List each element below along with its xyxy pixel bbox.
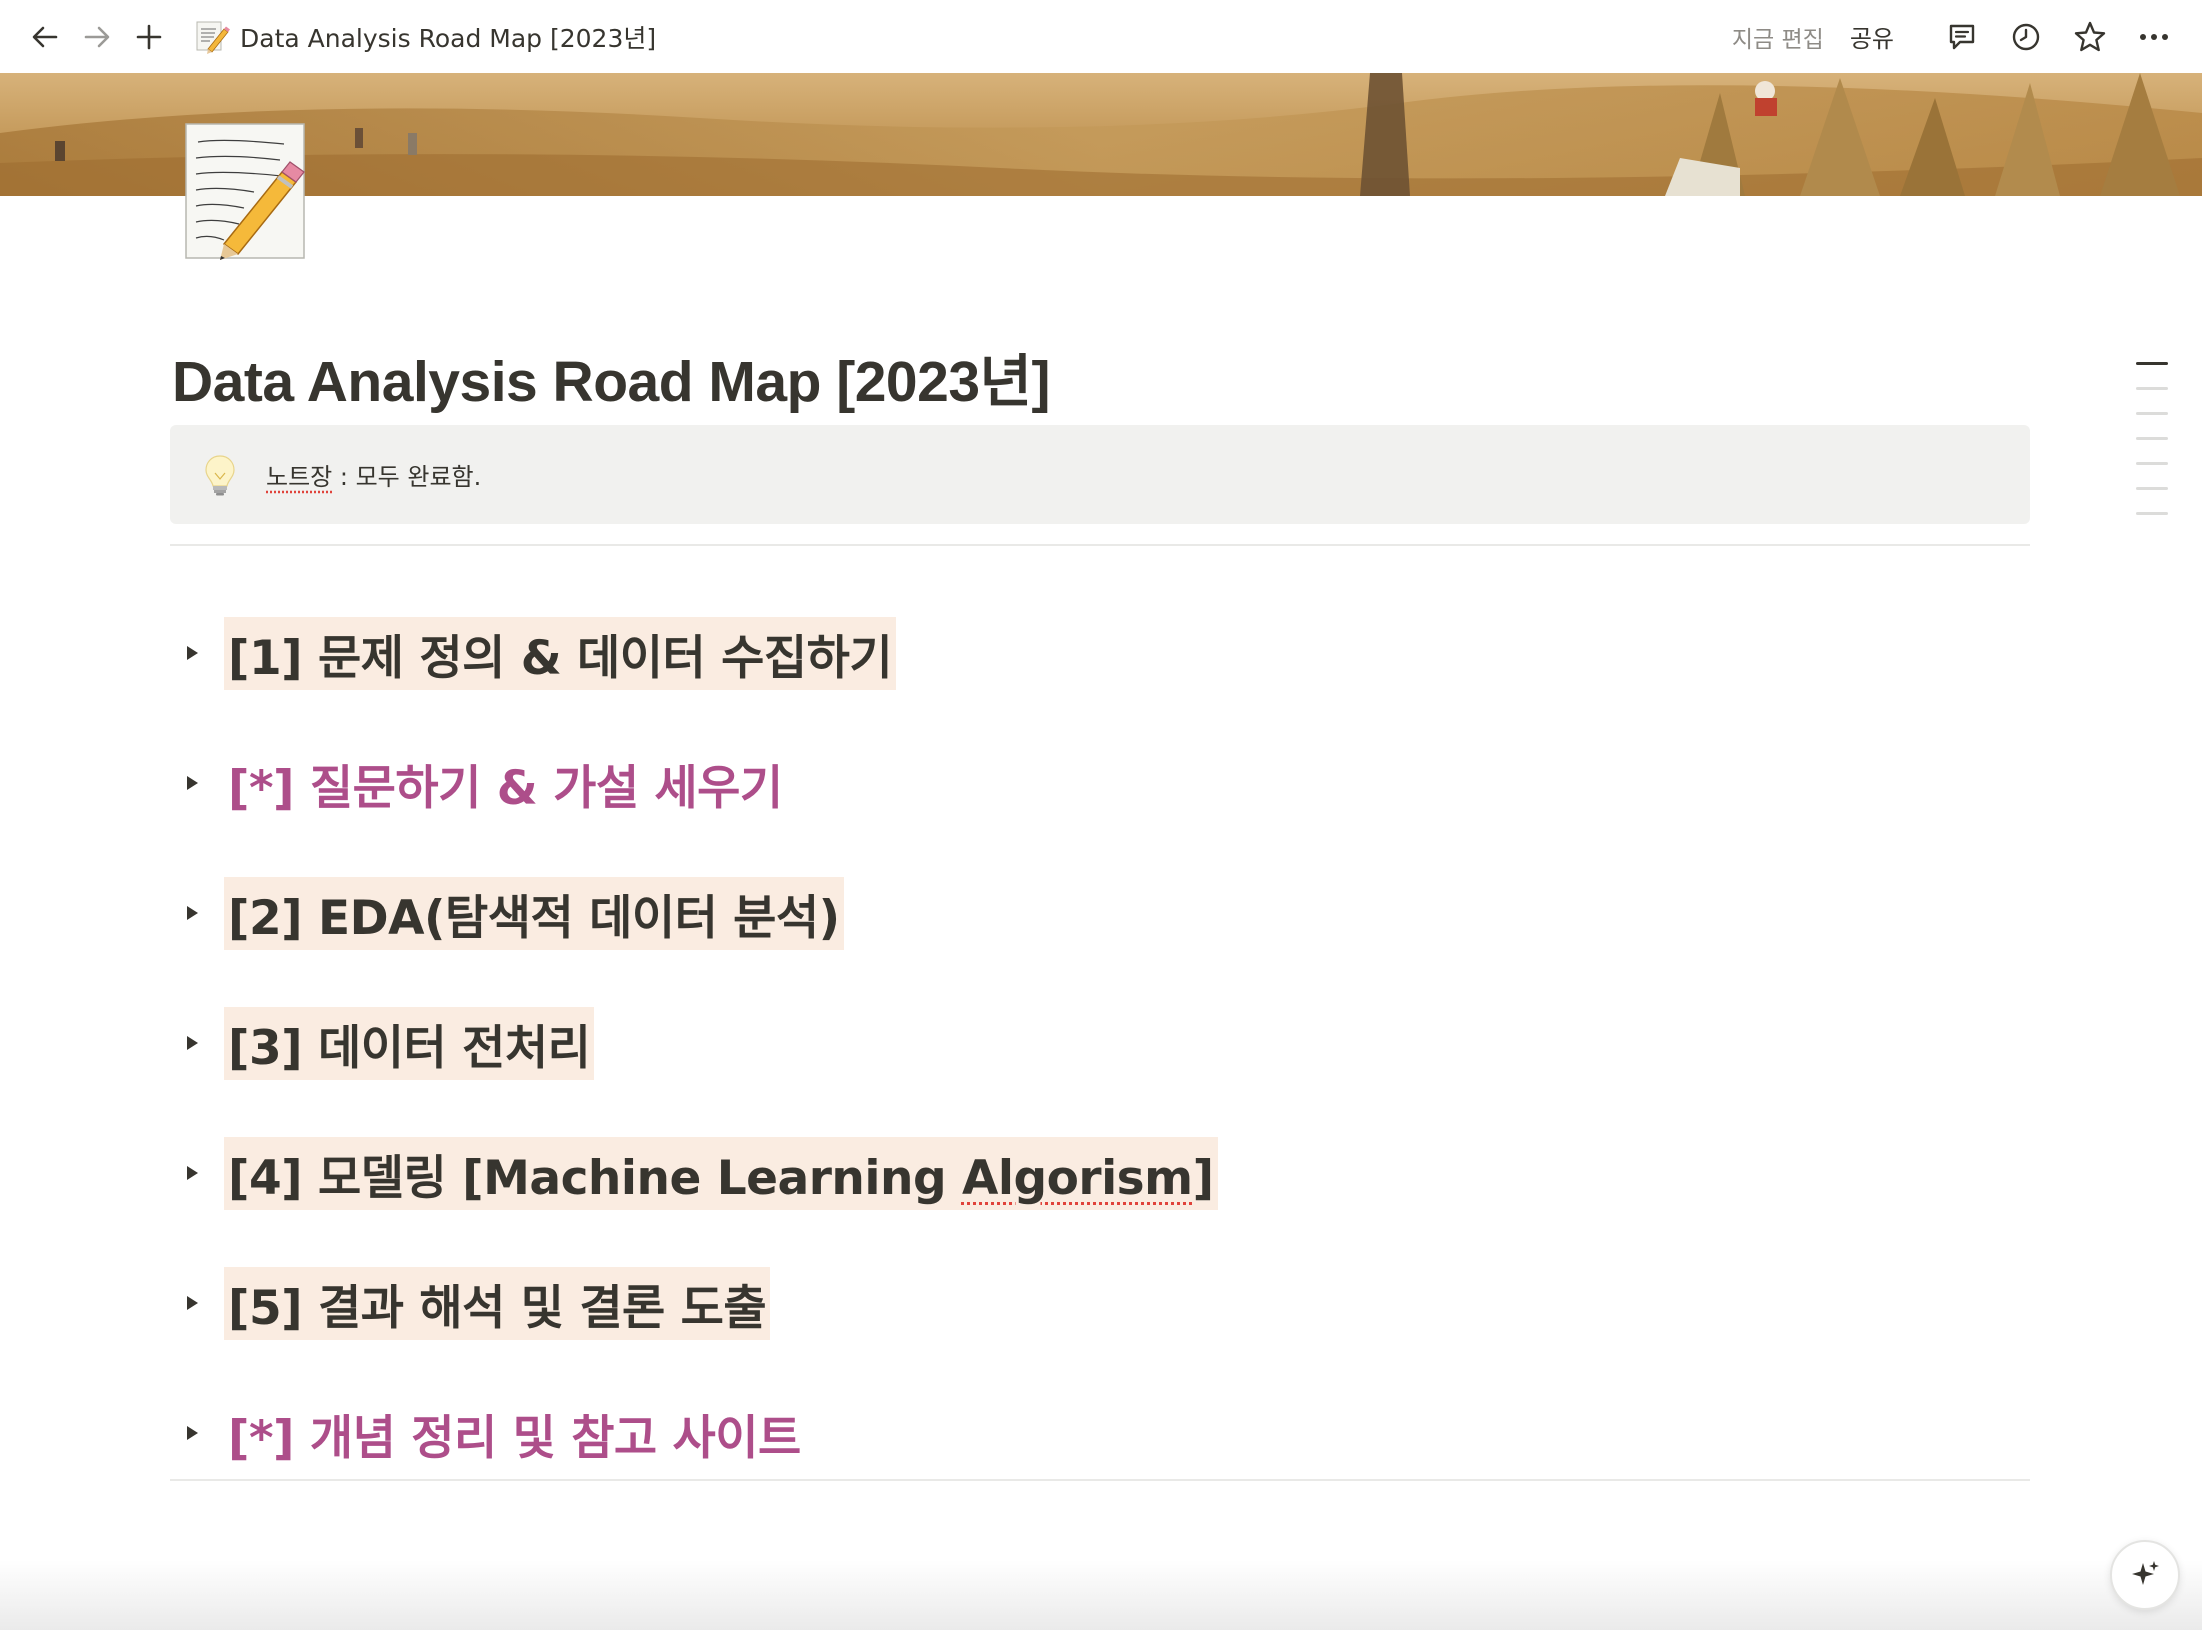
toggle-arrow-icon[interactable]: [170, 631, 214, 675]
bottom-fade: [0, 1560, 2202, 1630]
callout-key: 노트장: [266, 463, 333, 491]
toggle-item[interactable]: [4] 모델링 [Machine Learning Algorism]: [170, 1108, 2030, 1238]
toc-marker[interactable]: [2136, 487, 2168, 490]
page-icon-memo[interactable]: [184, 120, 306, 262]
toc-marker[interactable]: [2136, 462, 2168, 465]
toggle-heading[interactable]: [2] EDA(탐색적 데이터 분석): [224, 876, 844, 950]
toggle-arrow-icon[interactable]: [170, 1411, 214, 1455]
back-arrow-icon[interactable]: [20, 12, 70, 62]
toggle-heading[interactable]: [*] 질문하기 & 가설 세우기: [224, 747, 787, 820]
page-title[interactable]: Data Analysis Road Map [2023년]: [172, 336, 1050, 418]
toggle-item[interactable]: [5] 결과 해석 및 결론 도출: [170, 1238, 2030, 1368]
lightbulb-icon: [205, 454, 235, 495]
top-bar: Data Analysis Road Map [2023년] 지금 편집 공유: [0, 0, 2202, 73]
memo-pencil-icon: [196, 21, 230, 54]
plus-icon[interactable]: [124, 12, 174, 62]
toc-marker[interactable]: [2136, 412, 2168, 415]
callout-text: 노트장 : 모두 완료함.: [266, 457, 481, 492]
toggle-heading-part: ]: [1192, 1150, 1214, 1206]
star-icon[interactable]: [2066, 13, 2114, 61]
toggle-heading-part: [4] 모델링 [Machine Learning: [228, 1150, 962, 1206]
toggle-heading[interactable]: [*] 개념 정리 및 참고 사이트: [224, 1397, 805, 1470]
table-of-contents-rail[interactable]: [2136, 362, 2168, 537]
more-dots-icon[interactable]: [2130, 13, 2178, 61]
misspelled-word: Algorism: [961, 1150, 1193, 1206]
toggle-arrow-icon[interactable]: [170, 1151, 214, 1195]
history-clock-icon[interactable]: [2002, 13, 2050, 61]
toggle-arrow-icon[interactable]: [170, 1021, 214, 1065]
toggle-list: [1] 문제 정의 & 데이터 수집하기 [*] 질문하기 & 가설 세우기 […: [170, 588, 2030, 1498]
share-button[interactable]: 공유: [1850, 19, 1894, 54]
sparkle-icon: [2132, 1561, 2159, 1585]
toc-marker[interactable]: [2136, 437, 2168, 440]
toggle-item[interactable]: [3] 데이터 전처리: [170, 978, 2030, 1108]
toggle-heading[interactable]: [3] 데이터 전처리: [224, 1006, 595, 1080]
edited-status: 지금 편집: [1731, 26, 1824, 53]
divider-top: [170, 544, 2030, 546]
toggle-arrow-icon[interactable]: [170, 761, 214, 805]
forward-arrow-icon[interactable]: [72, 12, 122, 62]
callout-rest: : 모두 완료함.: [332, 463, 482, 491]
breadcrumb-page-title[interactable]: Data Analysis Road Map [2023년]: [240, 19, 656, 55]
toc-marker[interactable]: [2136, 362, 2168, 365]
toggle-arrow-icon[interactable]: [170, 1281, 214, 1325]
cover-image[interactable]: [0, 73, 2202, 196]
toc-marker[interactable]: [2136, 387, 2168, 390]
toggle-arrow-icon[interactable]: [170, 891, 214, 935]
toggle-heading[interactable]: [5] 결과 해석 및 결론 도출: [224, 1266, 771, 1340]
ai-assistant-button[interactable]: [2110, 1540, 2180, 1610]
toggle-item[interactable]: [*] 질문하기 & 가설 세우기: [170, 718, 2030, 848]
toc-marker[interactable]: [2136, 512, 2168, 515]
callout-block[interactable]: 노트장 : 모두 완료함.: [170, 425, 2030, 524]
toggle-heading[interactable]: [4] 모델링 [Machine Learning Algorism]: [224, 1136, 1218, 1210]
topbar-actions: 지금 편집 공유: [1732, 0, 2178, 73]
toggle-heading[interactable]: [1] 문제 정의 & 데이터 수집하기: [224, 616, 897, 690]
comment-icon[interactable]: [1938, 13, 1986, 61]
toggle-item[interactable]: [1] 문제 정의 & 데이터 수집하기: [170, 588, 2030, 718]
divider-bottom: [170, 1479, 2030, 1481]
toggle-item[interactable]: [2] EDA(탐색적 데이터 분석): [170, 848, 2030, 978]
